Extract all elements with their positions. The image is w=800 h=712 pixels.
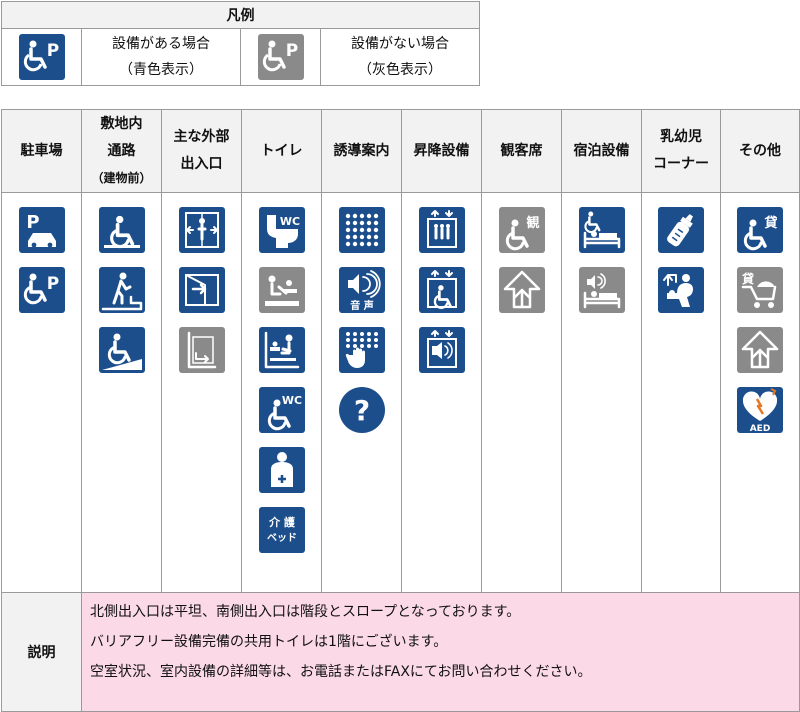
description-body: 北側出入口は平坦、南側出入口は階段とスロープとなっております。 バリアフリー設備… [81, 592, 800, 712]
description-label: 説明 [1, 592, 82, 712]
accessible-toilet-icon: WC [258, 387, 305, 433]
svg-text:P: P [46, 274, 58, 294]
icon-cell-guidance: 音 声? [321, 192, 402, 593]
ostomate-icon [258, 447, 305, 493]
push-door-icon [178, 267, 225, 313]
icon-row: P P WC WC 介 護ベッド 音 声? 観 貸貸 AED [1, 192, 800, 593]
description-row: 説明 北側出入口は平坦、南側出入口は階段とスロープとなっております。 バリアフリ… [1, 592, 800, 712]
western-toilet-icon: WC [258, 207, 305, 253]
wheelchair-slope-icon [98, 327, 145, 373]
header-site-path: 敷地内 通路 （建物前） [81, 109, 162, 193]
baby-bottle-icon [658, 207, 704, 253]
header-toilet: トイレ [241, 109, 322, 193]
elevator-icon [418, 207, 465, 253]
legend-table: 凡例 P 設備がある場合 （青色表示） P 設備がない場合 （灰色表示） [1, 1, 480, 86]
header-infant-corner: 乳幼児 コーナー [641, 109, 721, 193]
legend-unavailable-note: （灰色表示） [358, 62, 442, 78]
legend-available-text: 設備がある場合 （青色表示） [81, 28, 241, 86]
description-line: 空室状況、室内設備の詳細等は、お電話またはFAXにてお問い合わせください。 [90, 664, 592, 680]
header-elevator: 昇降設備 [401, 109, 482, 193]
header-seating: 観客席 [481, 109, 562, 193]
header-lodging: 宿泊設備 [561, 109, 642, 193]
svg-text:ベッド: ベッド [267, 532, 297, 544]
icon-cell-infant-corner [641, 192, 721, 593]
svg-text:貸: 貸 [742, 271, 754, 286]
icon-cell-lodging [561, 192, 642, 593]
icon-cell-elevator [401, 192, 482, 593]
svg-text:P: P [285, 41, 297, 61]
svg-text:WC: WC [281, 394, 301, 407]
icon-cell-toilet: WC WC 介 護ベッド [241, 192, 322, 593]
legend-accessible-parking-icon: P [18, 34, 65, 80]
legend-title: 凡例 [1, 1, 480, 29]
icon-cell-parking: P P [1, 192, 82, 593]
braille-icon [338, 207, 385, 253]
description-line: 北側出入口は平坦、南側出入口は階段とスロープとなっております。 [90, 604, 521, 620]
header-row: 駐車場 敷地内 通路 （建物前） 主な外部 出入口 トイレ 誘導案内 昇降設備 観客席… [1, 109, 800, 193]
step-icon [98, 267, 145, 313]
elevator-audio-icon [418, 327, 465, 373]
automatic-door-icon [178, 207, 225, 253]
icon-cell-entrance [161, 192, 242, 593]
baby-chair-icon [258, 327, 305, 373]
hearing-loop-icon [737, 327, 783, 373]
header-other: その他 [720, 109, 800, 193]
legend-available-label: 設備がある場合 [112, 36, 210, 52]
description-line: バリアフリー設備完備の共用トイレは1階にございます。 [90, 634, 448, 650]
svg-text:介 護: 介 護 [268, 515, 296, 529]
icon-cell-seating: 観 [481, 192, 562, 593]
svg-text:音 声: 音 声 [350, 299, 373, 312]
accessible-room-icon [578, 207, 625, 253]
aed-icon: AED [737, 387, 783, 433]
legend-available-note: （青色表示） [119, 62, 203, 78]
icon-cell-other: 貸貸 AED [720, 192, 800, 593]
wheelchair-icon [98, 207, 145, 253]
care-bed-icon: 介 護ベッド [258, 507, 305, 553]
stroller-rental-icon: 貸 [737, 267, 783, 313]
svg-text:観: 観 [525, 215, 539, 231]
svg-text:P: P [46, 41, 58, 61]
header-guidance: 誘導案内 [321, 109, 402, 193]
tactile-map-icon [338, 327, 385, 373]
accessible-parking-icon: P [18, 267, 65, 313]
legend-accessible-parking-gray-icon: P [257, 34, 304, 80]
parking-car-icon: P [18, 207, 65, 253]
svg-text:P: P [26, 212, 39, 233]
wheelchair-rental-icon: 貸 [737, 207, 783, 253]
accessible-elevator-icon [418, 267, 465, 313]
legend-unavailable-cell: P [240, 28, 321, 86]
svg-text:?: ? [353, 394, 369, 427]
audio-guide-icon: 音 声 [338, 267, 385, 313]
svg-text:AED: AED [750, 424, 771, 433]
assistive-listening-icon [498, 267, 545, 313]
legend-unavailable-label: 設備がない場合 [351, 36, 449, 52]
svg-text:WC: WC [279, 215, 299, 228]
facility-table: 駐車場 敷地内 通路 （建物前） 主な外部 出入口 トイレ 誘導案内 昇降設備 観客席… [1, 109, 800, 712]
header-entrance: 主な外部 出入口 [161, 109, 242, 193]
legend-unavailable-text: 設備がない場合 （灰色表示） [320, 28, 480, 86]
legend-available-cell: P [1, 28, 82, 86]
baby-changing-icon [258, 267, 305, 313]
hearing-room-icon [578, 267, 625, 313]
wheelchair-seating-icon: 観 [498, 207, 545, 253]
nursing-room-icon [658, 267, 704, 313]
sliding-door-icon [178, 327, 225, 373]
header-parking: 駐車場 [1, 109, 82, 193]
icon-cell-site-path [81, 192, 162, 593]
svg-text:貸: 貸 [764, 215, 777, 231]
information-icon: ? [338, 387, 385, 433]
